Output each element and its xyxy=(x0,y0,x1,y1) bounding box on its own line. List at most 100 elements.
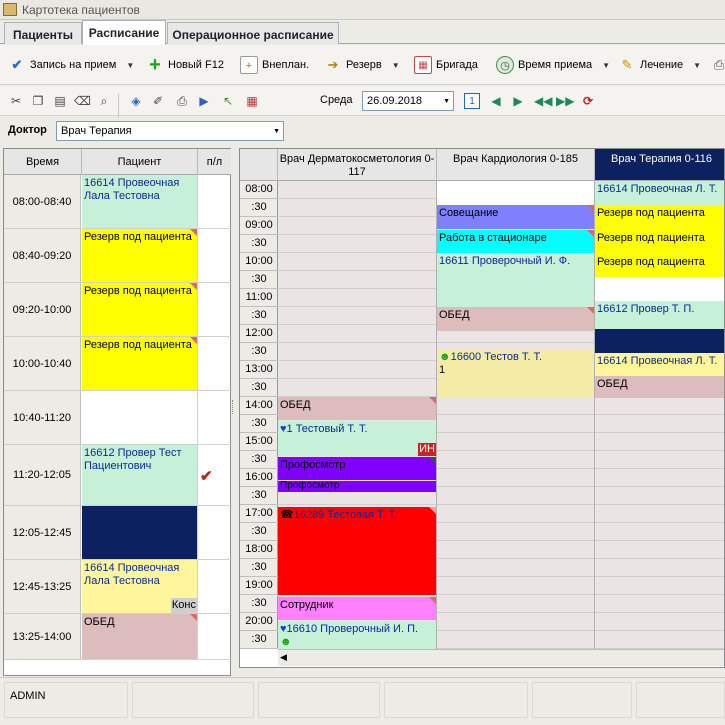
diamond-icon[interactable]: ◈ xyxy=(128,93,144,109)
date-picker[interactable]: 26.09.2018 ▼ xyxy=(362,91,454,111)
slot-pp[interactable] xyxy=(198,506,231,559)
grid-cell[interactable] xyxy=(437,613,594,631)
today-icon[interactable]: 1 xyxy=(464,93,480,109)
slot-pp[interactable]: ✔ xyxy=(198,445,231,505)
grid-cell[interactable] xyxy=(595,469,724,487)
grid-cell[interactable] xyxy=(278,181,436,199)
prev-week-icon[interactable]: ◀◀ xyxy=(534,93,552,109)
team-button[interactable]: ▦ Бригада xyxy=(414,55,478,75)
event-reserve[interactable]: Резерв под пациента xyxy=(595,205,724,229)
next-week-icon[interactable]: ▶▶ xyxy=(556,93,574,109)
grid-cell[interactable] xyxy=(437,505,594,523)
free-slot[interactable] xyxy=(595,277,724,301)
grid-cell[interactable] xyxy=(595,523,724,541)
slot-patient[interactable] xyxy=(82,506,198,559)
event-checkup-2[interactable]: Профосмотр xyxy=(278,481,436,492)
scroll-left-icon[interactable]: ◀ xyxy=(280,652,287,663)
event-lunch[interactable]: ОБЕД xyxy=(595,376,724,398)
slot-pp[interactable] xyxy=(198,175,231,228)
schedule-row[interactable]: 10:00-10:40 Резерв под пациента xyxy=(4,337,232,391)
slot-patient[interactable] xyxy=(82,391,198,444)
schedule-row[interactable]: 08:00-08:40 16614 Провеочная Лала Тестовн… xyxy=(4,175,232,229)
event-checkup[interactable]: Профосмотр xyxy=(278,457,436,480)
grid-cell[interactable] xyxy=(278,271,436,289)
new-button[interactable]: + Новый F12 xyxy=(146,55,224,75)
column-header-derm[interactable]: Врач Дерматокосметология 0-117 xyxy=(278,149,437,181)
column-header-therapy[interactable]: Врач Терапия 0-116 xyxy=(595,149,724,181)
event-appointment-3[interactable]: 16614 Провеочная Л. Т. xyxy=(595,353,724,376)
horizontal-scrollbar[interactable]: ◀ xyxy=(278,649,724,666)
dropdown-arrow-icon[interactable]: ▼ xyxy=(693,61,701,70)
dropdown-arrow-icon[interactable]: ▼ xyxy=(126,61,134,70)
grid-cell[interactable] xyxy=(595,487,724,505)
dropdown-arrow-icon[interactable]: ▼ xyxy=(602,61,610,70)
grid-cell[interactable] xyxy=(595,505,724,523)
event-reserve-3[interactable]: Резерв под пациента xyxy=(595,254,724,277)
event-reserve-2[interactable]: Резерв под пациента xyxy=(595,230,724,253)
grid-cell[interactable] xyxy=(437,487,594,505)
grid-cell[interactable] xyxy=(437,415,594,433)
prev-day-icon[interactable]: ◀ xyxy=(488,93,504,109)
eraser-icon[interactable]: ⌫ xyxy=(74,93,91,109)
grid-cell[interactable] xyxy=(595,541,724,559)
slot-pp[interactable] xyxy=(198,560,231,613)
reception-time-button[interactable]: ◷ Время приема ▼ xyxy=(496,55,610,75)
event-lunch[interactable]: ОБЕД xyxy=(278,397,436,420)
schedule-row[interactable]: 11:20-12:05 16612 Провер Тест Пациентович… xyxy=(4,445,232,506)
grid-cell[interactable] xyxy=(595,613,724,631)
slot-pp[interactable] xyxy=(198,283,231,336)
slot-patient[interactable]: 16614 Провеочная Лала Тестовна xyxy=(82,175,198,228)
grid-cell[interactable] xyxy=(595,397,724,415)
grid-cell[interactable] xyxy=(278,217,436,235)
export-icon[interactable]: ▶ xyxy=(196,93,212,109)
grid-cell[interactable] xyxy=(595,631,724,649)
tab-patients[interactable]: Пациенты xyxy=(4,22,82,44)
event-appointment-3[interactable]: ♥16610 Проверочный И. П. ☻ xyxy=(278,621,436,649)
grid-cell[interactable] xyxy=(278,379,436,397)
tab-schedule[interactable]: Расписание xyxy=(82,20,166,45)
refresh-icon[interactable]: ⟳ xyxy=(580,93,596,109)
schedule-row[interactable]: 12:05-12:45 xyxy=(4,506,232,560)
print-button[interactable]: ⎙ xyxy=(710,55,725,75)
tab-operation-schedule[interactable]: Операционное расписание xyxy=(167,22,339,44)
next-day-icon[interactable]: ▶ xyxy=(510,93,526,109)
slot-patient[interactable]: Резерв под пациента xyxy=(82,229,198,282)
splitter-handle[interactable] xyxy=(232,400,236,414)
slot-patient[interactable]: Резерв под пациента xyxy=(82,283,198,336)
event-appointment-2[interactable]: ☎16289 Тестовая Т. Т. xyxy=(278,507,436,595)
grid-cell[interactable] xyxy=(437,433,594,451)
grid-cell[interactable] xyxy=(278,361,436,379)
reserve-button[interactable]: ➔ Резерв ▼ xyxy=(324,55,400,75)
slot-patient[interactable]: 16612 Провер Тест Пациентович xyxy=(82,445,198,505)
grid-cell[interactable] xyxy=(278,235,436,253)
paste-icon[interactable]: ▤ xyxy=(52,93,68,109)
slot-patient[interactable]: ОБЕД xyxy=(82,614,198,659)
grid-cell[interactable] xyxy=(278,253,436,271)
blocked-slot[interactable] xyxy=(595,329,724,353)
slot-patient[interactable]: 16614 Провеочная Лала Тестовна Конс xyxy=(82,560,198,613)
grid-cell[interactable] xyxy=(595,451,724,469)
grid-cell[interactable] xyxy=(595,577,724,595)
grid-cell[interactable] xyxy=(437,541,594,559)
schedule-row[interactable]: 12:45-13:25 16614 Провеочная Лала Тестовн… xyxy=(4,560,232,614)
dropdown-arrow-icon[interactable]: ▼ xyxy=(392,61,400,70)
event-appointment-2[interactable]: ☻16600 Тестов Т. Т. 1 xyxy=(437,349,594,397)
event-lunch[interactable]: ОБЕД xyxy=(437,307,594,331)
slot-pp[interactable] xyxy=(198,614,231,659)
grid-cell[interactable] xyxy=(437,469,594,487)
slot-pp[interactable] xyxy=(198,229,231,282)
event-appointment-2[interactable]: 16612 Провер Т. П. xyxy=(595,301,724,329)
grid-cell[interactable] xyxy=(595,433,724,451)
grid-cell[interactable] xyxy=(595,415,724,433)
schedule-row[interactable]: 10:40-11:20 xyxy=(4,391,232,445)
schedule-row[interactable]: 13:25-14:00 ОБЕД xyxy=(4,614,232,660)
slot-pp[interactable] xyxy=(198,337,231,390)
edit-icon[interactable]: ✐ xyxy=(150,93,166,109)
treatment-button[interactable]: ✎ Лечение ▼ xyxy=(618,55,702,75)
appointment-button[interactable]: ✔ Запись на прием ▼ xyxy=(8,55,135,75)
pointer-icon[interactable]: ↖ xyxy=(220,93,236,109)
grid-cell[interactable] xyxy=(278,199,436,217)
event-hospital-work[interactable]: Работа в стационаре xyxy=(437,230,594,253)
event-meeting[interactable]: Совещание xyxy=(437,205,594,229)
copy-icon[interactable]: ❐ xyxy=(30,93,46,109)
